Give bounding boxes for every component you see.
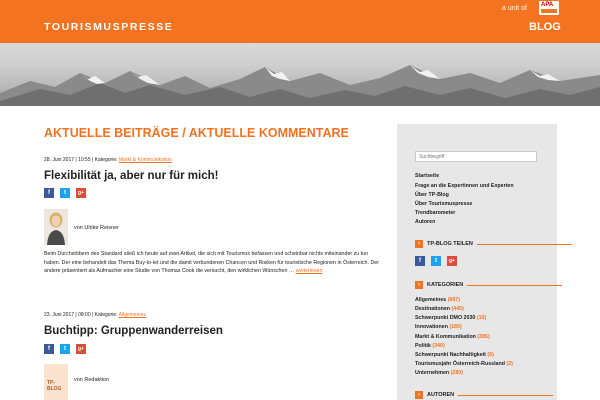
section-separator: / (178, 126, 189, 140)
post-category-link[interactable]: Allgemeines (119, 312, 146, 318)
category-name: Politik (415, 343, 431, 349)
category-item[interactable]: Tourismusjahr Österreich-Russland (2) (415, 361, 513, 367)
apa-logo[interactable]: APA (539, 1, 559, 15)
site-logo[interactable]: TOURISMUSPRESSE (44, 21, 173, 33)
post-category-link[interactable]: Markt & Kommunikation (119, 157, 172, 163)
category-item[interactable]: Markt & Kommunikation (385) (415, 334, 490, 340)
divider (476, 243, 572, 245)
redaktion-logo-text: TP-BLOG (47, 380, 62, 392)
post-share-buttons: f t g+ (44, 344, 86, 354)
post-date: 23. Juni 2017 (44, 312, 75, 318)
category-count: (687) (447, 297, 461, 303)
sidebar-link-startseite[interactable]: Startseite (415, 173, 439, 179)
read-more-link[interactable]: weiterlesen (296, 268, 323, 274)
sidebar-link-about-tourismuspresse[interactable]: Über Tourismuspresse (415, 201, 472, 207)
sidebar-link-autoren[interactable]: Autoren (415, 219, 435, 225)
post-category-label: Kategorie: (94, 157, 118, 163)
sidebar-authors-heading-label: AUTOREN (427, 392, 455, 398)
twitter-icon[interactable]: t (60, 344, 70, 354)
post-title[interactable]: Buchtipp: Gruppenwanderreisen (44, 325, 223, 337)
category-count: (2) (506, 361, 513, 367)
mountain-illustration (0, 65, 600, 106)
top-header-bar: TOURISMUSPRESSE a unit of APA BLOG (0, 0, 600, 43)
google-plus-icon[interactable]: g+ (447, 256, 457, 266)
category-name: Unternehmen (415, 370, 450, 376)
blog-nav-link[interactable]: BLOG (529, 21, 561, 33)
author-avatar[interactable] (44, 209, 68, 245)
post-meta: 23. Juni 2017 | 08:00 | Kategorie: Allge… (44, 312, 146, 318)
category-count: (6) (487, 352, 494, 358)
author-portrait (44, 209, 68, 245)
post-excerpt: Beim Durchstöbern des Standard stieß ich… (44, 250, 379, 276)
sidebar-categories-heading: › KATEGORIEN (415, 281, 563, 289)
sidebar-link-expert-questions[interactable]: Frage an die Expertinnen und Experten (415, 183, 514, 189)
post-time: 08:00 (78, 312, 91, 318)
author-name[interactable]: von Ulrike Reisner (74, 225, 119, 231)
hero-mountain-banner (0, 43, 600, 106)
google-plus-icon[interactable]: g+ (76, 344, 86, 354)
category-name: Tourismusjahr Österreich-Russland (415, 361, 505, 367)
post-title[interactable]: Flexibilität ja, aber nur für mich! (44, 170, 218, 182)
author-name[interactable]: von Redaktion (74, 377, 109, 383)
category-count: (340) (432, 343, 445, 349)
category-item[interactable]: Allgemeines (687) (415, 297, 460, 303)
post-date: 28. Juni 2017 (44, 157, 75, 163)
post-time: 10:55 (78, 157, 91, 163)
chevron-right-icon: › (415, 240, 423, 248)
facebook-icon[interactable]: f (44, 188, 54, 198)
category-item[interactable]: Destinationen (445) (415, 306, 464, 312)
post-category-label: Kategorie: (94, 312, 118, 318)
category-count: (445) (451, 306, 464, 312)
category-name: Schwerpunkt DMO 2030 (415, 315, 476, 321)
divider (458, 394, 554, 396)
unit-of-label: a unit of (502, 5, 527, 12)
post-excerpt-text: Beim Durchstöbern des Standard stieß ich… (44, 251, 379, 274)
chevron-right-icon: › (415, 281, 423, 289)
chevron-right-icon: › (415, 391, 423, 399)
category-item[interactable]: Schwerpunkt DMO 2030 (10) (415, 315, 486, 321)
category-item[interactable]: Schwerpunkt Nachhaltigkeit (6) (415, 352, 494, 358)
category-name: Markt & Kommunikation (415, 334, 476, 340)
category-count: (280) (450, 370, 463, 376)
apa-logo-text: APA (541, 2, 554, 8)
redaktion-logo[interactable]: TP-BLOG (44, 364, 68, 400)
category-name: Schwerpunkt Nachhaltigkeit (415, 352, 486, 358)
category-name: Destinationen (415, 306, 451, 312)
sidebar-link-about-tp-blog[interactable]: Über TP-Blog (415, 192, 449, 198)
facebook-icon[interactable]: f (44, 344, 54, 354)
sidebar-share-buttons: f t g+ (415, 256, 457, 266)
sidebar-share-heading: › TP-BLOG TEILEN (415, 240, 572, 248)
post-share-buttons: f t g+ (44, 188, 86, 198)
twitter-icon[interactable]: t (431, 256, 441, 266)
post-meta: 28. Juni 2017 | 10:55 | Kategorie: Markt… (44, 157, 172, 163)
category-name: Innovationen (415, 324, 448, 330)
google-plus-icon[interactable]: g+ (76, 188, 86, 198)
twitter-icon[interactable]: t (60, 188, 70, 198)
sidebar-categories-heading-label: KATEGORIEN (427, 282, 464, 288)
category-name: Allgemeines (415, 297, 447, 303)
category-count: (385) (477, 334, 490, 340)
category-count: (10) (476, 315, 487, 321)
category-item[interactable]: Innovationen (185) (415, 324, 462, 330)
sidebar-link-trendbarometer[interactable]: Trendbarometer (415, 210, 455, 216)
facebook-icon[interactable]: f (415, 256, 425, 266)
category-count: (185) (449, 324, 462, 330)
sidebar-share-heading-label: TP-BLOG TEILEN (427, 241, 473, 247)
search-input[interactable] (415, 151, 537, 162)
sidebar-authors-heading: › AUTOREN (415, 391, 554, 399)
tab-current-posts[interactable]: AKTUELLE BEITRÄGE (44, 126, 179, 140)
category-item[interactable]: Unternehmen (280) (415, 370, 463, 376)
section-heading: AKTUELLE BEITRÄGE / AKTUELLE KOMMENTARE (44, 126, 349, 140)
category-item[interactable]: Politik (340) (415, 343, 445, 349)
divider (467, 284, 563, 286)
tab-current-comments[interactable]: AKTUELLE KOMMENTARE (189, 126, 349, 140)
